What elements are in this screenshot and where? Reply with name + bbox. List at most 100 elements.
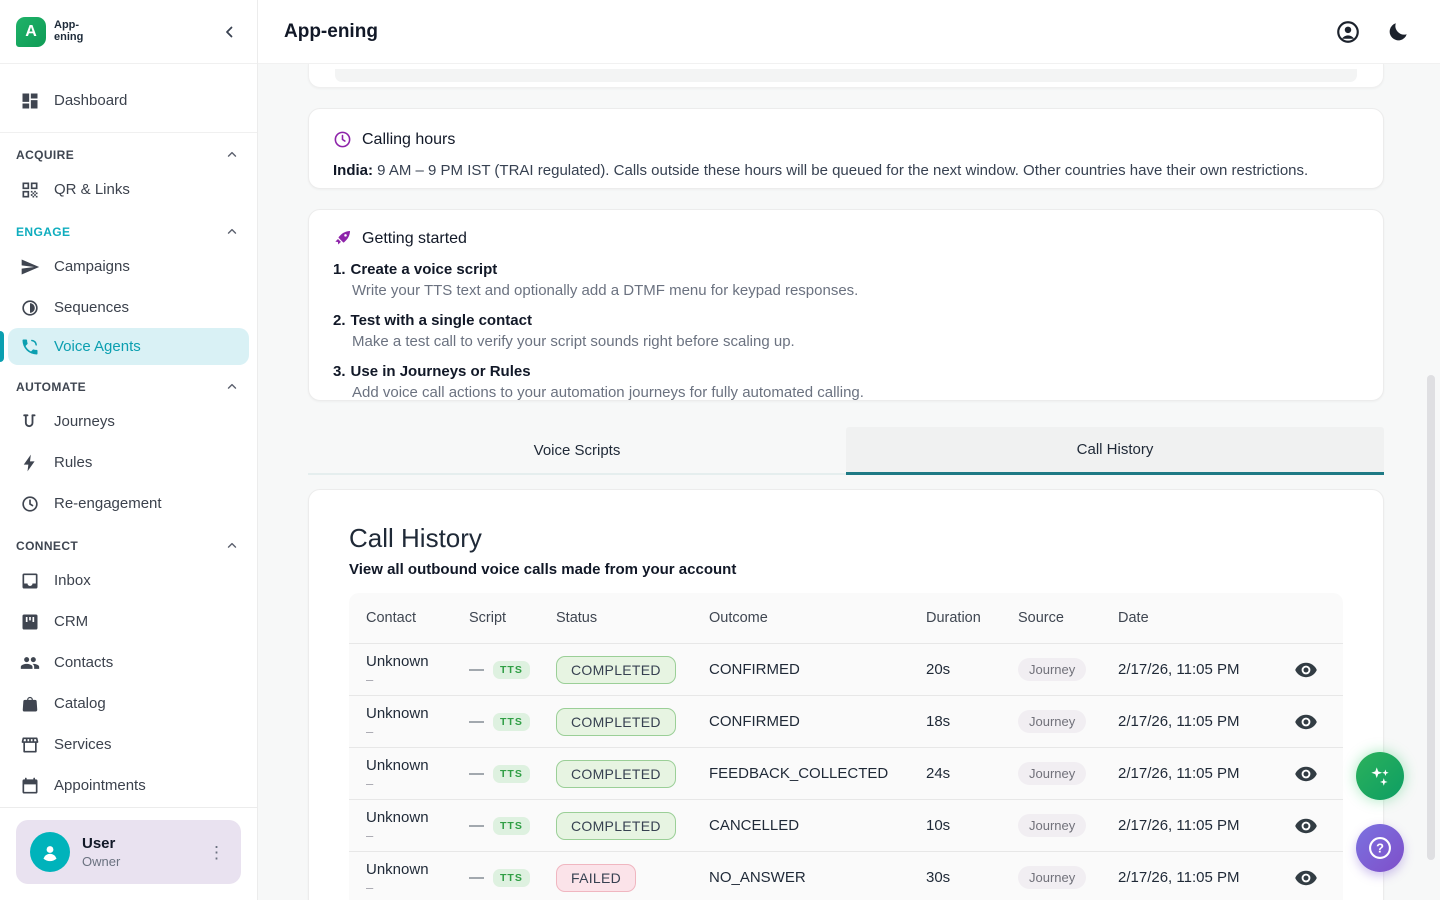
duration-value: 30s [926, 869, 1018, 886]
user-avatar [30, 832, 70, 872]
view-call-eye-icon[interactable] [1294, 658, 1318, 682]
section-engage[interactable]: ENGAGE [0, 210, 257, 246]
sidebar-item-rules[interactable]: Rules [0, 442, 257, 483]
date-value: 2/17/26, 11:05 PM [1118, 817, 1268, 834]
account-icon[interactable] [1334, 18, 1362, 46]
sidebar-item-appointments[interactable]: Appointments [0, 765, 257, 806]
step-description: Add voice call actions to your automatio… [352, 384, 1359, 401]
chevron-up-icon [225, 225, 239, 239]
step-description: Write your TTS text and optionally add a… [352, 282, 1359, 299]
sidebar-item-dashboard[interactable]: Dashboard [0, 80, 257, 121]
clock-icon [20, 494, 40, 514]
sidebar-item-sequences[interactable]: Sequences [0, 287, 257, 328]
qr-code-icon [20, 180, 40, 200]
dark-mode-moon-icon[interactable] [1384, 18, 1412, 46]
scrolled-card-partial [308, 64, 1384, 88]
duration-value: 24s [926, 765, 1018, 782]
tab-voice-scripts[interactable]: Voice Scripts [308, 427, 846, 475]
section-connect[interactable]: CONNECT [0, 524, 257, 560]
tts-badge: TTS [493, 765, 530, 783]
sidebar-item-inbox[interactable]: Inbox [0, 560, 257, 601]
logo-text-line1: App- [54, 20, 83, 32]
bolt-icon [20, 453, 40, 473]
logo-icon: A [16, 17, 46, 47]
sidebar-item-services[interactable]: Services [0, 724, 257, 765]
contact-subtext: – [366, 724, 469, 739]
user-name: User [82, 835, 190, 852]
sidebar-header: A App- ening [0, 0, 257, 64]
step-title: Create a voice script [351, 261, 498, 278]
sidebar-item-label: Re-engagement [54, 495, 162, 512]
column-header: Source [1018, 610, 1118, 626]
source-badge: Journey [1018, 710, 1086, 733]
contact-subtext: – [366, 880, 469, 895]
source-badge: Journey [1018, 866, 1086, 889]
view-call-eye-icon[interactable] [1294, 762, 1318, 786]
call-history-subtitle: View all outbound voice calls made from … [349, 561, 1343, 578]
sidebar-collapse-icon[interactable] [221, 23, 239, 41]
script-dash: — [469, 817, 484, 834]
section-acquire[interactable]: ACQUIRE [0, 133, 257, 169]
sidebar-item-crm[interactable]: CRM [0, 601, 257, 642]
section-label: CONNECT [16, 539, 78, 553]
view-call-eye-icon[interactable] [1294, 866, 1318, 890]
user-card[interactable]: User Owner ⋮ [16, 820, 241, 884]
sidebar-item-label: Inbox [54, 572, 91, 589]
source-badge: Journey [1018, 762, 1086, 785]
calling-hours-card: Calling hours India: 9 AM – 9 PM IST (TR… [308, 108, 1384, 189]
column-header: Outcome [709, 610, 926, 626]
country-label: India: [333, 162, 373, 179]
logo-text-line2: ening [54, 32, 83, 44]
status-badge: COMPLETED [556, 708, 676, 736]
call-history-table: Contact Script Status Outcome Duration S… [349, 593, 1343, 900]
sidebar-item-qr-links[interactable]: QR & Links [0, 169, 257, 210]
sidebar-item-campaigns[interactable]: Campaigns [0, 246, 257, 287]
sidebar-item-label: Dashboard [54, 92, 127, 109]
step-number: 1. [333, 261, 346, 278]
content-scroll-area[interactable]: Calling hours India: 9 AM – 9 PM IST (TR… [258, 64, 1440, 900]
table-header-row: Contact Script Status Outcome Duration S… [349, 593, 1343, 643]
user-menu-icon[interactable]: ⋮ [202, 840, 231, 865]
calling-hours-title: Calling hours [362, 131, 455, 149]
table-row: Unknown – — TTS COMPLETED CONFIRMED 18s … [349, 695, 1343, 747]
view-call-eye-icon[interactable] [1294, 814, 1318, 838]
tts-badge: TTS [493, 713, 530, 731]
ai-assistant-button[interactable] [1356, 752, 1404, 800]
duration-value: 20s [926, 661, 1018, 678]
top-header: App-ening [258, 0, 1440, 64]
view-call-eye-icon[interactable] [1294, 710, 1318, 734]
contact-name: Unknown [366, 653, 469, 670]
sidebar-item-journeys[interactable]: Journeys [0, 401, 257, 442]
column-header: Status [556, 610, 709, 626]
main-area: App-ening Calling hours India: 9 AM – 9 … [258, 0, 1440, 900]
tts-badge: TTS [493, 661, 530, 679]
tts-badge: TTS [493, 869, 530, 887]
script-dash: — [469, 713, 484, 730]
getting-started-step: 1. Create a voice script Write your TTS t… [333, 261, 1359, 299]
table-row: Unknown – — TTS FAILED NO_ANSWER 30s Jou… [349, 851, 1343, 900]
calling-hours-body: 9 AM – 9 PM IST (TRAI regulated). Calls … [373, 162, 1308, 179]
page-scrollbar-thumb[interactable] [1427, 375, 1435, 860]
sidebar-item-re-engagement[interactable]: Re-engagement [0, 483, 257, 524]
contact-subtext: – [366, 672, 469, 687]
tab-bar: Voice Scripts Call History [308, 427, 1384, 475]
status-badge: COMPLETED [556, 656, 676, 684]
user-role: Owner [82, 854, 190, 869]
column-header: Date [1118, 610, 1268, 626]
inbox-icon [20, 571, 40, 591]
sidebar-item-label: Campaigns [54, 258, 130, 275]
logo-text: App- ening [54, 20, 83, 43]
outcome-value: CONFIRMED [709, 713, 926, 730]
sidebar-item-contacts[interactable]: Contacts [0, 642, 257, 683]
page-title: App-ening [284, 21, 378, 43]
help-button[interactable]: ? [1356, 824, 1404, 872]
sidebar-item-voice-agents[interactable]: Voice Agents [8, 328, 249, 365]
section-automate[interactable]: AUTOMATE [0, 365, 257, 401]
contact-name: Unknown [366, 809, 469, 826]
duration-value: 10s [926, 817, 1018, 834]
send-icon [20, 257, 40, 277]
tab-call-history[interactable]: Call History [846, 427, 1384, 475]
table-row: Unknown – — TTS COMPLETED CONFIRMED 20s … [349, 643, 1343, 695]
date-value: 2/17/26, 11:05 PM [1118, 713, 1268, 730]
sidebar-item-catalog[interactable]: Catalog [0, 683, 257, 724]
